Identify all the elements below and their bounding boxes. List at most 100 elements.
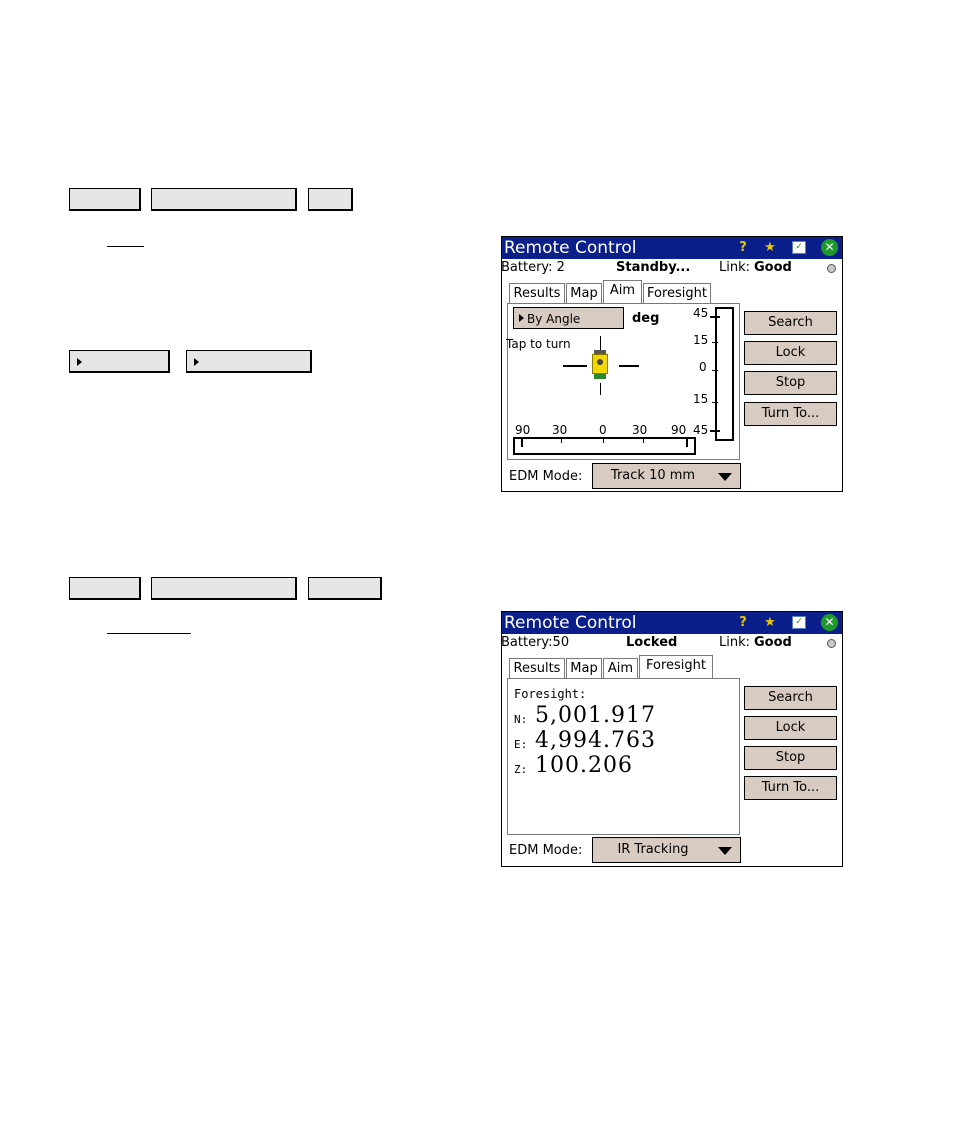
edm-mode-select[interactable]: Track 10 mm: [592, 463, 741, 489]
search-button-label: Search: [768, 690, 813, 705]
battery-status: Battery: 2: [501, 260, 565, 275]
vertical-scale-label: 45: [693, 423, 709, 437]
crosshair-vertical-bottom: [600, 383, 601, 395]
turn-to-button[interactable]: Turn To...: [744, 402, 837, 426]
key-button-6[interactable]: [308, 577, 382, 600]
stop-button[interactable]: Stop: [744, 746, 837, 770]
search-button[interactable]: Search: [744, 311, 837, 335]
turn-to-button[interactable]: Turn To...: [744, 776, 837, 800]
remote-control-screen-foresight: Remote Control ? ★ ✓ ✕ Battery:50 Locked…: [501, 611, 843, 867]
key-button-1[interactable]: [69, 188, 141, 211]
horizontal-angle-scale: [513, 437, 696, 455]
horizontal-scale-label: 30: [632, 423, 648, 437]
crosshair-horizontal-right: [619, 365, 639, 367]
horizontal-scale-label: 0: [599, 423, 607, 437]
edm-mode-select[interactable]: IR Tracking: [592, 837, 741, 863]
vertical-scale-label: 15: [693, 333, 709, 347]
aim-panel: By Angle deg Tap to turn 45 15 0 15 45 9…: [506, 303, 740, 460]
aim-crosshair-area[interactable]: [563, 336, 643, 396]
by-angle-label: By Angle: [527, 312, 581, 326]
vertical-scale-label: 15: [693, 392, 709, 406]
switch-to-icon[interactable]: ✓: [792, 241, 806, 254]
play-arrow-icon: [77, 358, 82, 366]
battery-status: Battery:50: [501, 635, 570, 650]
tab-aim[interactable]: Aim: [603, 658, 638, 679]
title-bar: Remote Control ? ★ ✓ ✕: [502, 612, 842, 634]
switch-to-icon[interactable]: ✓: [792, 616, 806, 629]
total-station-icon: [591, 350, 609, 380]
horizontal-scale-label: 90: [515, 423, 531, 437]
instrument-status: Locked: [626, 635, 678, 650]
angle-unit: deg: [632, 311, 660, 326]
instrument-status: Standby...: [616, 260, 691, 275]
close-icon[interactable]: ✕: [821, 614, 838, 631]
easting-value: 4,994.763: [535, 728, 656, 753]
horizontal-scale-label: 90: [671, 423, 687, 437]
remote-control-screen-aim: Remote Control ? ★ ✓ ✕ Battery: 2 Standb…: [501, 236, 843, 492]
key-button-4[interactable]: [69, 577, 141, 600]
window-title: Remote Control: [504, 613, 637, 633]
link-value: Good: [754, 260, 792, 275]
tab-aim[interactable]: Aim: [603, 280, 642, 304]
turn-to-button-label: Turn To...: [761, 406, 820, 421]
lock-button[interactable]: Lock: [744, 341, 837, 365]
edm-mode-value: Track 10 mm: [610, 468, 696, 483]
vertical-scale-label: 45: [693, 306, 709, 320]
favorites-star-icon[interactable]: ★: [762, 615, 778, 631]
dropdown-arrow-icon: [718, 473, 732, 481]
edm-mode-label: EDM Mode:: [509, 843, 583, 858]
title-bar: Remote Control ? ★ ✓ ✕: [502, 237, 842, 259]
search-button-label: Search: [768, 315, 813, 330]
easting-label: E:: [514, 738, 528, 751]
foresight-heading: Foresight:: [514, 687, 587, 701]
turn-to-button-label: Turn To...: [761, 780, 820, 795]
vertical-angle-scale: [710, 307, 734, 441]
lock-button-label: Lock: [775, 345, 806, 360]
tab-foresight[interactable]: Foresight: [639, 655, 713, 679]
lock-button-label: Lock: [775, 720, 806, 735]
stop-button-label: Stop: [775, 750, 806, 765]
link-indicator-icon: [827, 264, 836, 273]
key-button-2[interactable]: [151, 188, 297, 211]
dropdown-arrow-icon: [718, 847, 732, 855]
stop-button[interactable]: Stop: [744, 371, 837, 395]
northing-value: 5,001.917: [535, 703, 656, 728]
edm-mode-label: EDM Mode:: [509, 469, 583, 484]
search-button[interactable]: Search: [744, 686, 837, 710]
horizontal-scale-label: 30: [552, 423, 568, 437]
tap-to-turn-hint: Tap to turn: [506, 337, 571, 351]
key-button-5[interactable]: [151, 577, 297, 600]
tab-map[interactable]: Map: [566, 283, 602, 304]
softkey-button-1[interactable]: [69, 350, 170, 373]
close-icon[interactable]: ✕: [821, 239, 838, 256]
link-label: Link:: [719, 260, 751, 275]
favorites-star-icon[interactable]: ★: [762, 240, 778, 256]
link-indicator-icon: [827, 639, 836, 648]
crosshair-horizontal-left: [563, 365, 587, 367]
tab-map[interactable]: Map: [566, 658, 602, 679]
key-button-3[interactable]: [308, 188, 353, 211]
softkey-button-2[interactable]: [186, 350, 312, 373]
window-title: Remote Control: [504, 238, 637, 258]
vertical-scale-label: 0: [699, 360, 707, 374]
tab-results[interactable]: Results: [509, 658, 565, 679]
crosshair-vertical-top: [600, 336, 601, 350]
edm-mode-value: IR Tracking: [617, 842, 689, 857]
stop-button-label: Stop: [775, 375, 806, 390]
elevation-label: Z:: [514, 763, 528, 776]
play-arrow-icon: [519, 314, 524, 322]
tab-foresight[interactable]: Foresight: [643, 283, 711, 304]
elevation-value: 100.206: [535, 753, 633, 778]
by-angle-button[interactable]: By Angle: [513, 307, 624, 329]
tab-results[interactable]: Results: [509, 283, 565, 304]
foresight-panel: Foresight: N: 5,001.917 E: 4,994.763 Z: …: [507, 678, 740, 835]
help-icon[interactable]: ?: [735, 240, 751, 256]
underline-2: [107, 633, 191, 634]
play-arrow-icon: [194, 358, 199, 366]
northing-label: N:: [514, 713, 528, 726]
help-icon[interactable]: ?: [735, 615, 751, 631]
underline-1: [107, 246, 144, 247]
link-label: Link:: [719, 635, 751, 650]
lock-button[interactable]: Lock: [744, 716, 837, 740]
link-value: Good: [754, 635, 792, 650]
